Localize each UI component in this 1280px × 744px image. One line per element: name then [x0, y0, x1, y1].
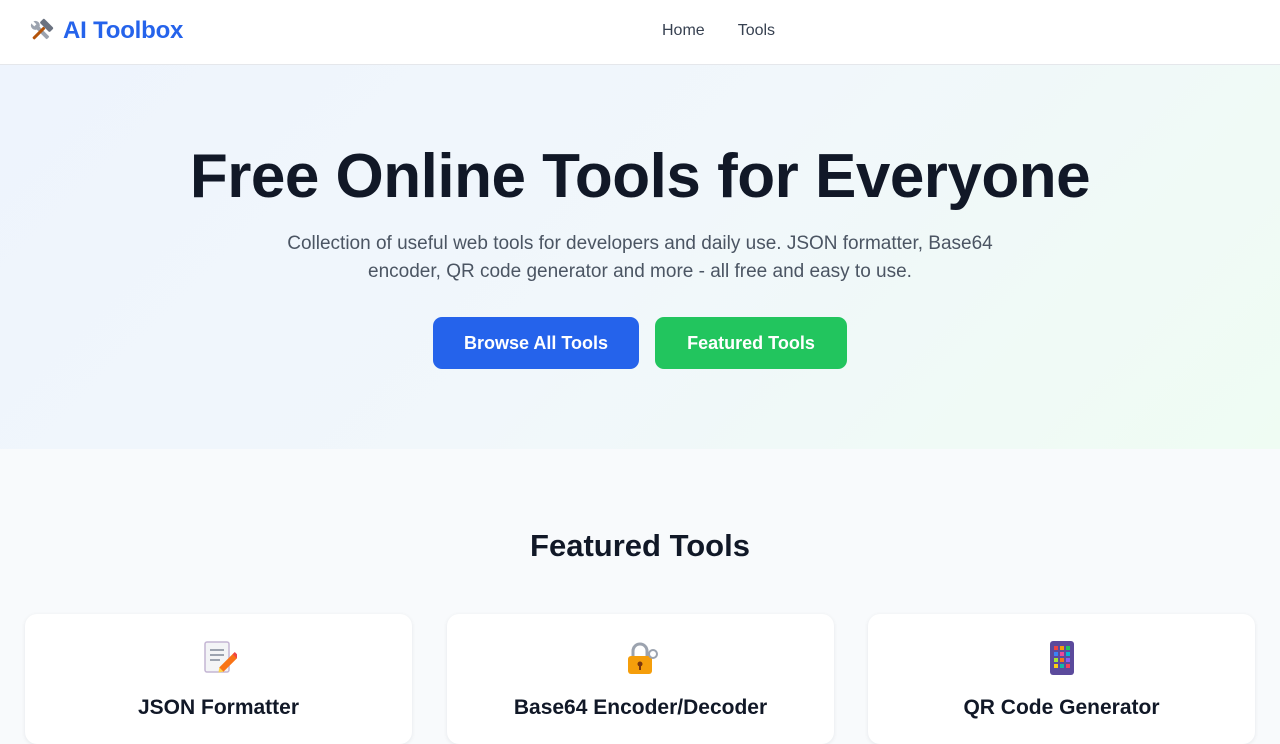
hero-section: Free Online Tools for Everyone Collectio… [0, 65, 1280, 449]
brand-name: AI Toolbox [63, 17, 184, 44]
tool-card-base64[interactable]: Base64 Encoder/Decoder [447, 614, 834, 744]
nav-link-home[interactable]: Home [662, 22, 705, 40]
browse-all-tools-button[interactable]: Browse All Tools [433, 317, 639, 369]
tool-card-qr-code[interactable]: QR Code Generator [868, 614, 1255, 744]
hero-title: Free Online Tools for Everyone [189, 142, 1091, 211]
brand-logo[interactable]: AI Toolbox [28, 17, 183, 45]
tool-card-title: JSON Formatter [137, 696, 300, 719]
lock-key-icon [627, 642, 658, 674]
tool-card-title: QR Code Generator [963, 696, 1160, 719]
tool-card-title: Base64 Encoder/Decoder [513, 696, 768, 719]
memo-icon [203, 641, 237, 673]
nav-links: Home Tools [662, 22, 808, 40]
qr-grid-icon [1049, 641, 1074, 675]
hero-subtitle: Collection of useful web tools for devel… [287, 233, 993, 282]
tools-icon [30, 18, 54, 40]
top-navbar: AI Toolbox Home Tools [0, 0, 1280, 65]
tool-card-json-formatter[interactable]: JSON Formatter [25, 614, 412, 744]
nav-link-tools[interactable]: Tools [738, 22, 775, 40]
featured-section-title: Featured Tools [530, 528, 750, 563]
featured-tools-button[interactable]: Featured Tools [655, 317, 847, 369]
